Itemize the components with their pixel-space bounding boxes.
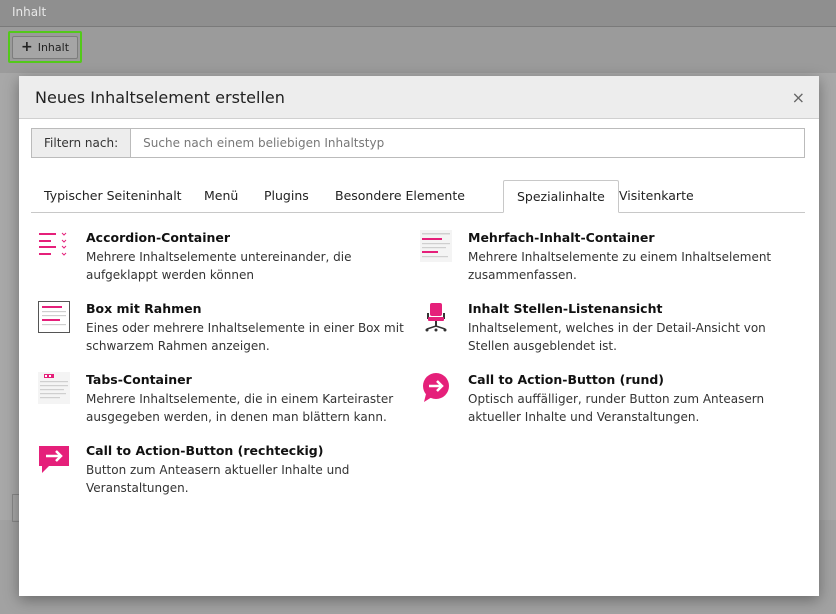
round-arrow-icon: [423, 373, 449, 402]
office-chair-icon: [425, 303, 447, 332]
box-frame-icon: [38, 301, 70, 333]
element-inhalt-stellen-listenansicht[interactable]: Inhalt Stellen-Listenansicht Inhaltselem…: [420, 301, 790, 367]
element-description: Mehrere Inhaltselemente untereinander, d…: [86, 250, 352, 282]
tabs-icon: [38, 372, 70, 404]
element-tabs-container[interactable]: Tabs-Container Mehrere Inhaltselemente, …: [38, 372, 408, 438]
add-content-button[interactable]: + Inhalt: [8, 31, 82, 63]
element-title: Call to Action-Button (rund): [468, 372, 665, 387]
element-title: Mehrfach-Inhalt-Container: [468, 230, 655, 245]
element-cta-button-rechteckig[interactable]: Call to Action-Button (rechteckig) Butto…: [38, 443, 408, 509]
element-title: Accordion-Container: [86, 230, 231, 245]
filter-input[interactable]: [131, 129, 804, 157]
filter-label: Filtern nach:: [32, 129, 132, 157]
element-description: Mehrere Inhaltselemente, die in einem Ka…: [86, 392, 394, 424]
tab-plugins[interactable]: Plugins: [251, 180, 322, 211]
element-title: Tabs-Container: [86, 372, 192, 387]
element-box-mit-rahmen[interactable]: Box mit Rahmen Eines oder mehrere Inhalt…: [38, 301, 408, 367]
element-description: Inhaltselement, welches in der Detail-An…: [468, 321, 766, 353]
new-content-element-modal: Neues Inhaltselement erstellen × Filtern…: [19, 76, 819, 596]
plus-icon: +: [20, 39, 33, 55]
tab-spezialinhalte[interactable]: Spezialinhalte: [503, 180, 619, 213]
element-description: Eines oder mehrere Inhaltselemente in ei…: [86, 321, 404, 353]
square-arrow-icon: [39, 446, 69, 473]
multi-content-icon: [420, 230, 452, 262]
background-header: Inhalt: [0, 0, 836, 27]
element-mehrfach-inhalt-container[interactable]: Mehrfach-Inhalt-Container Mehrere Inhalt…: [420, 230, 790, 296]
accordion-icon: [38, 231, 70, 261]
element-title: Inhalt Stellen-Listenansicht: [468, 301, 663, 316]
modal-header: Neues Inhaltselement erstellen ×: [19, 76, 819, 119]
element-description: Mehrere Inhaltselemente zu einem Inhalts…: [468, 250, 772, 282]
element-description: Optisch auffälliger, runder Button zum A…: [468, 392, 765, 424]
filter-bar: Filtern nach:: [31, 128, 805, 158]
element-title: Call to Action-Button (rechteckig): [86, 443, 324, 458]
tab-besondere-elemente[interactable]: Besondere Elemente: [322, 180, 478, 211]
tab-typischer-seiteninhalt[interactable]: Typischer Seiteninhalt: [31, 180, 195, 211]
element-title: Box mit Rahmen: [86, 301, 202, 316]
tab-visitenkarte[interactable]: Visitenkarte: [606, 180, 707, 211]
element-cta-button-rund[interactable]: Call to Action-Button (rund) Optisch auf…: [420, 372, 790, 438]
close-icon[interactable]: ×: [792, 88, 805, 107]
element-accordion-container[interactable]: Accordion-Container Mehrere Inhaltseleme…: [38, 230, 408, 296]
section-label: Inhalt: [12, 5, 47, 19]
background-toolbar: [0, 27, 836, 73]
tab-bar: Typischer Seiteninhalt Menü Plugins Beso…: [31, 180, 805, 213]
add-content-label: Inhalt: [37, 40, 70, 54]
tab-menu[interactable]: Menü: [191, 180, 251, 211]
element-description: Button zum Anteasern aktueller Inhalte u…: [86, 463, 350, 495]
modal-title: Neues Inhaltselement erstellen: [35, 88, 285, 107]
